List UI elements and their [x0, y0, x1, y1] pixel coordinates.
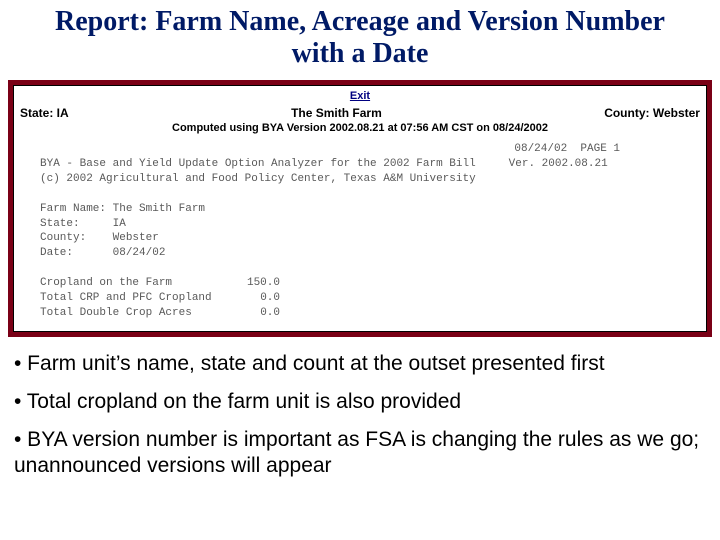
crp-label: Total CRP and PFC Cropland [40, 291, 230, 306]
report-frame: Exit State: IA The Smith Farm County: We… [8, 80, 712, 336]
bya-line-1: BYA - Base and Yield Update Option Analy… [20, 157, 700, 172]
crp-row: Total CRP and PFC Cropland0.0 [20, 291, 700, 306]
farm-name: The Smith Farm [291, 106, 382, 120]
farm-state-line: State: IA [20, 217, 700, 232]
bullet-2: • Total cropland on the farm unit is als… [14, 389, 706, 415]
slide: Report: Farm Name, Acreage and Version N… [0, 0, 720, 540]
county-label: County: Webster [604, 106, 700, 120]
page-title: Report: Farm Name, Acreage and Version N… [0, 0, 720, 80]
blank-line-1 [20, 187, 700, 202]
farm-county-line: County: Webster [20, 231, 700, 246]
bullet-3: • BYA version number is important as FSA… [14, 427, 706, 480]
cropland-row: Cropland on the Farm150.0 [20, 276, 700, 291]
bya-line-2: (c) 2002 Agricultural and Food Policy Ce… [20, 172, 700, 187]
report-header-row: State: IA The Smith Farm County: Webster [20, 106, 700, 120]
double-label: Total Double Crop Acres [40, 306, 230, 321]
state-label: State: IA [20, 106, 69, 120]
blank-line-2 [20, 261, 700, 276]
double-value: 0.0 [230, 306, 280, 321]
exit-link[interactable]: Exit [20, 90, 700, 102]
double-row: Total Double Crop Acres0.0 [20, 306, 700, 321]
page-date-line: 08/24/02 PAGE 1 [20, 142, 700, 157]
farm-date-line: Date: 08/24/02 [20, 246, 700, 261]
farm-name-line: Farm Name: The Smith Farm [20, 202, 700, 217]
report-body: Exit State: IA The Smith Farm County: We… [13, 85, 707, 331]
bullet-1: • Farm unit’s name, state and count at t… [14, 351, 706, 377]
computed-line: Computed using BYA Version 2002.08.21 at… [20, 122, 700, 134]
bullet-list: • Farm unit’s name, state and count at t… [0, 337, 720, 480]
cropland-value: 150.0 [230, 276, 280, 291]
crp-value: 0.0 [230, 291, 280, 306]
cropland-label: Cropland on the Farm [40, 276, 230, 291]
